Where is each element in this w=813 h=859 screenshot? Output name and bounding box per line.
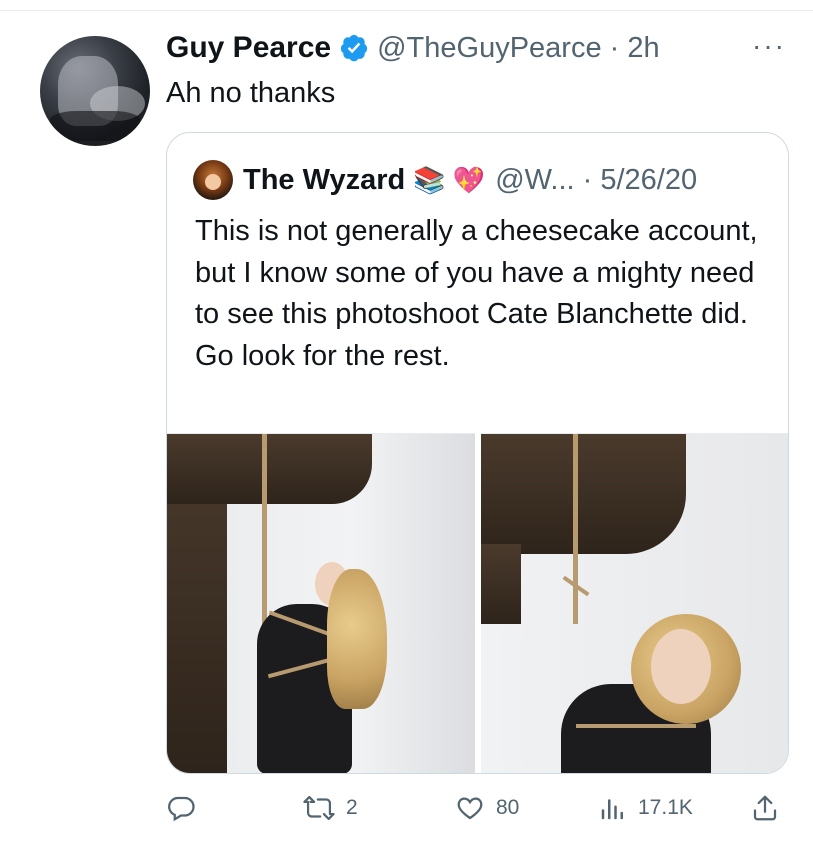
tweet-actions: 2 80 17.1K bbox=[166, 786, 786, 830]
reply-button[interactable] bbox=[166, 786, 206, 830]
quoted-author-emojis: 📚 💖 bbox=[413, 164, 486, 195]
quoted-tweet-header: The Wyzard 📚 💖 @W... · 5/26/20 bbox=[193, 159, 697, 201]
more-icon[interactable]: ··· bbox=[752, 32, 786, 60]
like-button[interactable]: 80 bbox=[454, 786, 519, 830]
quoted-tweet[interactable]: The Wyzard 📚 💖 @W... · 5/26/20 This is n… bbox=[166, 132, 789, 774]
author-handle-time[interactable]: @TheGuyPearce · 2h bbox=[377, 32, 660, 65]
quoted-author-handle-date: @W... · 5/26/20 bbox=[495, 163, 698, 196]
retweet-icon bbox=[302, 793, 336, 823]
views-button[interactable]: 17.1K bbox=[598, 786, 693, 830]
tweet-text: Ah no thanks bbox=[166, 77, 336, 109]
like-count: 80 bbox=[496, 796, 520, 819]
like-icon bbox=[454, 793, 486, 823]
media-photo-left[interactable] bbox=[167, 433, 475, 773]
quoted-author-name: The Wyzard bbox=[243, 163, 406, 196]
reply-icon bbox=[166, 793, 196, 823]
tweet-header: Guy Pearce @TheGuyPearce · 2h bbox=[166, 28, 660, 68]
quoted-author-avatar bbox=[193, 160, 233, 200]
avatar-photo-shape bbox=[50, 111, 140, 141]
share-button[interactable] bbox=[750, 786, 780, 830]
views-icon bbox=[598, 793, 628, 823]
author-avatar[interactable] bbox=[40, 36, 150, 146]
author-name[interactable]: Guy Pearce bbox=[166, 31, 331, 65]
share-icon bbox=[750, 793, 780, 823]
retweet-count: 2 bbox=[346, 796, 358, 819]
quoted-tweet-text: This is not generally a cheesecake accou… bbox=[195, 215, 758, 372]
media-photo-right[interactable] bbox=[480, 433, 788, 773]
quoted-tweet-media bbox=[167, 433, 788, 773]
views-count: 17.1K bbox=[638, 796, 693, 819]
top-divider bbox=[0, 10, 813, 11]
verified-badge-icon bbox=[339, 33, 369, 63]
retweet-button[interactable]: 2 bbox=[302, 786, 358, 830]
